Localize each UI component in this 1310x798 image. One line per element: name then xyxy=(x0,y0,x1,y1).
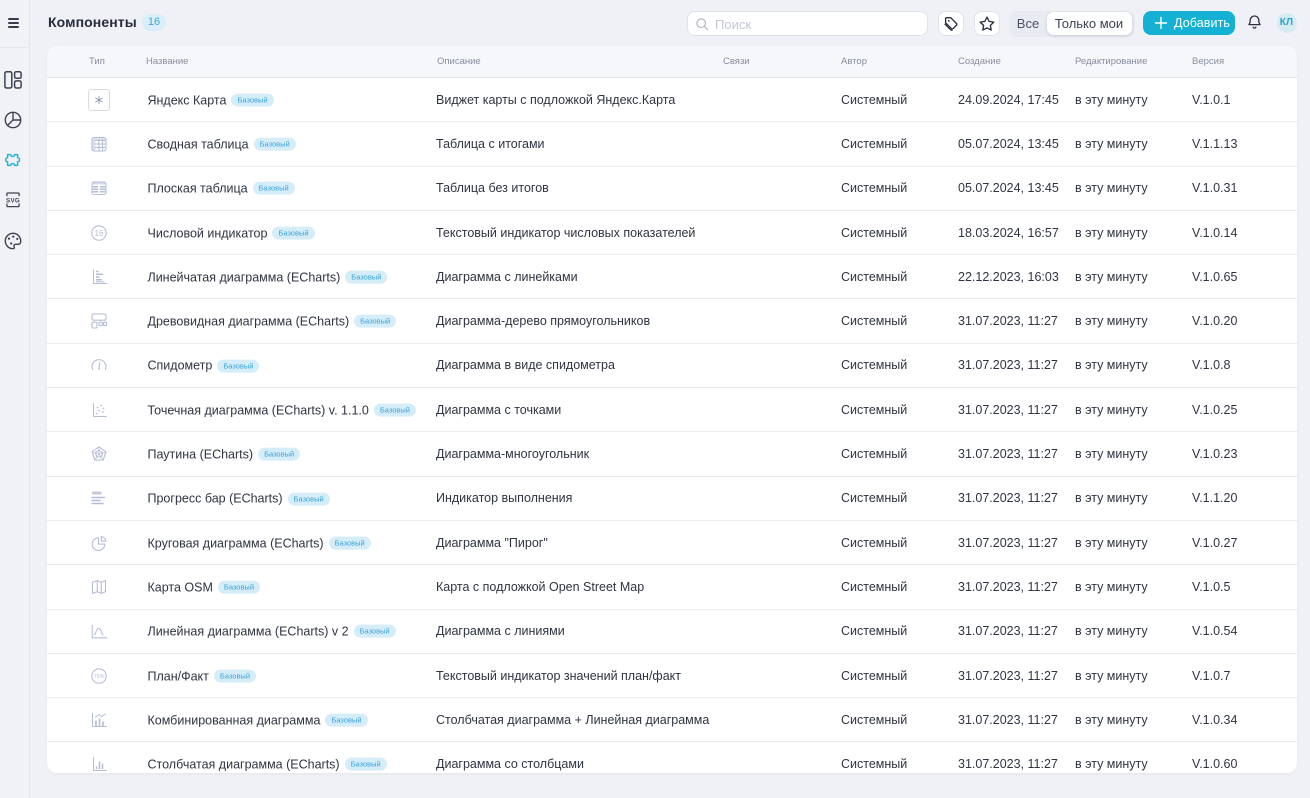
svg-text:75%: 75% xyxy=(94,674,105,680)
svg-text:16: 16 xyxy=(95,228,104,237)
svg-text:SVG: SVG xyxy=(6,197,20,204)
